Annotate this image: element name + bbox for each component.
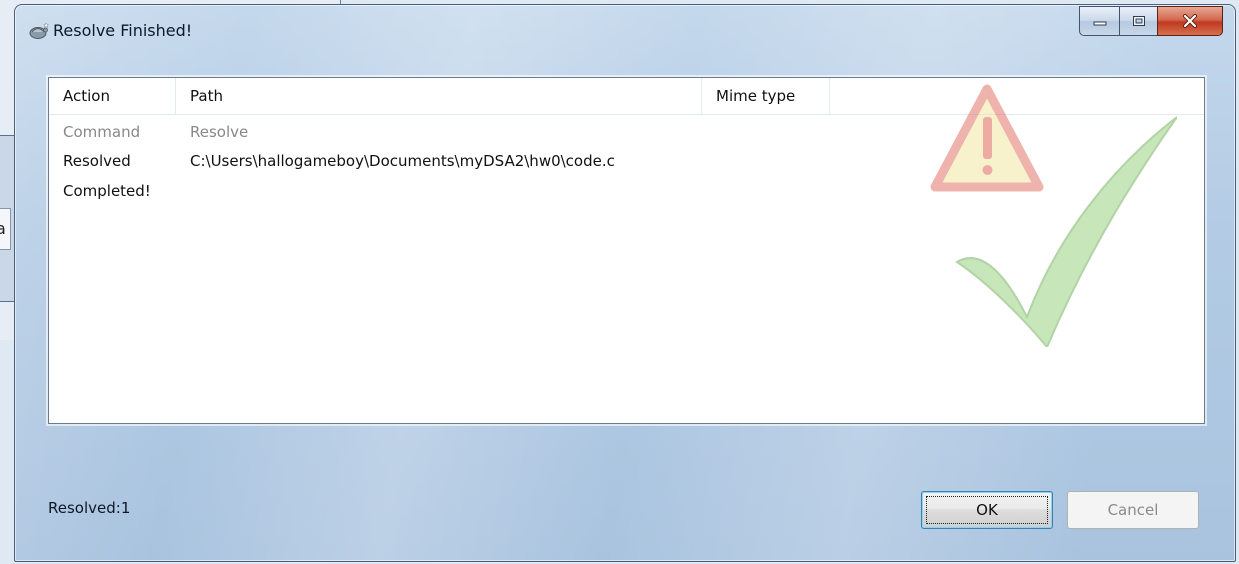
- row-path: C:\Users\hallogameboy\Documents\myDSA2\h…: [190, 152, 615, 170]
- minimize-icon: [1093, 21, 1106, 26]
- result-watermark: [930, 84, 1177, 347]
- row-action: Command: [63, 123, 141, 141]
- resolve-dialog: Resolve Finished! Action Path Mime type …: [14, 4, 1236, 562]
- window-title: Resolve Finished!: [53, 21, 193, 40]
- row-action: Completed!: [63, 182, 151, 200]
- status-text: Resolved:1: [48, 499, 131, 517]
- column-header-action[interactable]: Action: [49, 78, 176, 114]
- close-button[interactable]: [1157, 6, 1223, 36]
- column-header-path[interactable]: Path: [176, 78, 702, 114]
- maximize-button[interactable]: [1119, 6, 1157, 36]
- close-icon: [1183, 14, 1197, 28]
- background-button: a: [0, 208, 11, 250]
- row-path: Resolve: [190, 123, 249, 141]
- ok-button[interactable]: OK: [921, 491, 1053, 529]
- title-bar[interactable]: Resolve Finished!: [15, 5, 1235, 53]
- tortoise-icon: [29, 22, 49, 39]
- warning-triangle-icon: [930, 84, 1044, 192]
- caption-buttons: [1079, 6, 1223, 36]
- column-header-mime-type[interactable]: Mime type: [702, 78, 830, 114]
- maximize-icon: [1132, 16, 1145, 26]
- cancel-button-label: Cancel: [1107, 501, 1159, 519]
- cancel-button[interactable]: Cancel: [1067, 491, 1199, 529]
- row-action: Resolved: [63, 152, 131, 170]
- minimize-button[interactable]: [1079, 6, 1119, 36]
- focus-rectangle: [926, 496, 1048, 524]
